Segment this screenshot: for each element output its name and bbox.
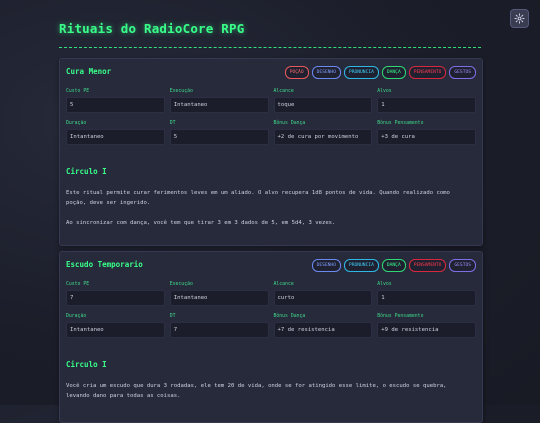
field-value: Intantaneo [169,290,269,306]
tag-pensamento[interactable]: PENSAMENTO [408,66,447,79]
ritual-name: Escudo Temporario [66,260,143,269]
field-custo-pe: Custo PE 5 [66,89,165,113]
field-label: Duração [66,314,87,319]
field-alcance: Alcance toque [273,89,373,113]
field-label: Bônus Dança [273,121,306,126]
field-bonus-pensamento: Bônus Pensamento +9 de resistencia [377,314,476,338]
field-label: Bônus Dança [273,314,306,319]
field-label: Custo PE [66,89,90,94]
ritual-circle: Circulo I [66,360,107,369]
field-value: 5 [169,129,269,145]
field-value: Intantaneo [66,322,165,338]
ritual-tags: DESENHO PRONUNCIA DANÇA PENSAMENTO GESTO… [311,259,476,272]
ritual-description: Você cria um escudo que dura 3 rodadas, … [66,383,447,399]
field-label: Alvos [377,89,392,94]
field-value: 5 [66,97,165,113]
field-bonus-danca: Bônus Dança +7 de resistencia [273,314,373,338]
tag-pocao[interactable]: POÇÃO [284,66,309,79]
ritual-card: Escudo Temporario DESENHO PRONUNCIA DANÇ… [59,251,483,423]
tag-gestos[interactable]: GESTOS [449,259,476,272]
field-bonus-danca: Bônus Dança +2 de cura por movimento [273,121,373,145]
field-value: +7 de resistencia [273,322,373,338]
field-alcance: Alcance curto [273,282,373,306]
field-value: 7 [169,322,269,338]
field-label: Bônus Pensamento [377,121,424,126]
field-duracao: Duração Intantaneo [66,121,165,145]
settings-button[interactable] [510,9,529,28]
tag-desenho[interactable]: DESENHO [311,259,341,272]
field-label: Duração [66,121,87,126]
field-alvos: Alvos 1 [377,89,476,113]
field-custo-pe: Custo PE 7 [66,282,165,306]
field-label: Alcance [273,282,294,287]
ritual-stats: Custo PE 5 Execução Intantaneo Alcance toqu… [66,89,476,145]
field-duracao: Duração Intantaneo [66,314,165,338]
ritual-circle: Circulo I [66,167,107,176]
tag-pronuncia[interactable]: PRONUNCIA [343,259,379,272]
tag-pensamento[interactable]: PENSAMENTO [408,259,447,272]
tag-gestos[interactable]: GESTOS [449,66,476,79]
field-label: Execução [169,282,193,287]
field-label: Execução [169,89,193,94]
gear-icon [514,9,525,28]
field-execucao: Execução Intantaneo [169,282,269,306]
field-value: +9 de resistencia [377,322,476,338]
field-label: DT [169,121,176,126]
field-value: +2 de cura por movimento [273,129,373,145]
field-dt: DT 7 [169,314,269,338]
field-value: Intantaneo [169,97,269,113]
field-label: Bônus Pensamento [377,314,424,319]
field-value: curto [273,290,373,306]
ritual-stats: Custo PE 7 Execução Intantaneo Alcance curt… [66,282,476,338]
ritual-name: Cura Menor [66,67,112,76]
ritual-note: Ao sincronizar com dança, você tem que t… [66,220,336,226]
field-bonus-pensamento: Bônus Pensamento +3 de cura [377,121,476,145]
field-value: 7 [66,290,165,306]
field-label: DT [169,314,176,319]
tag-desenho[interactable]: DESENHO [311,66,341,79]
field-value: 1 [377,97,476,113]
field-label: Alcance [273,89,294,94]
page-title: Rituais do RadioCore RPG [59,21,245,36]
field-value: 1 [377,290,476,306]
field-label: Custo PE [66,282,90,287]
field-dt: DT 5 [169,121,269,145]
field-alvos: Alvos 1 [377,282,476,306]
tag-danca[interactable]: DANÇA [381,66,406,79]
field-execucao: Execução Intantaneo [169,89,269,113]
field-label: Alvos [377,282,392,287]
ritual-card: Cura Menor POÇÃO DESENHO PRONUNCIA DANÇA… [59,58,483,246]
tag-danca[interactable]: DANÇA [381,259,406,272]
field-value: toque [273,97,373,113]
tag-pronuncia[interactable]: PRONUNCIA [343,66,379,79]
field-value: Intantaneo [66,129,165,145]
title-divider [59,47,481,48]
ritual-description: Este ritual permite curar ferimentos lev… [66,190,450,206]
ritual-tags: POÇÃO DESENHO PRONUNCIA DANÇA PENSAMENTO… [284,66,476,79]
field-value: +3 de cura [377,129,476,145]
